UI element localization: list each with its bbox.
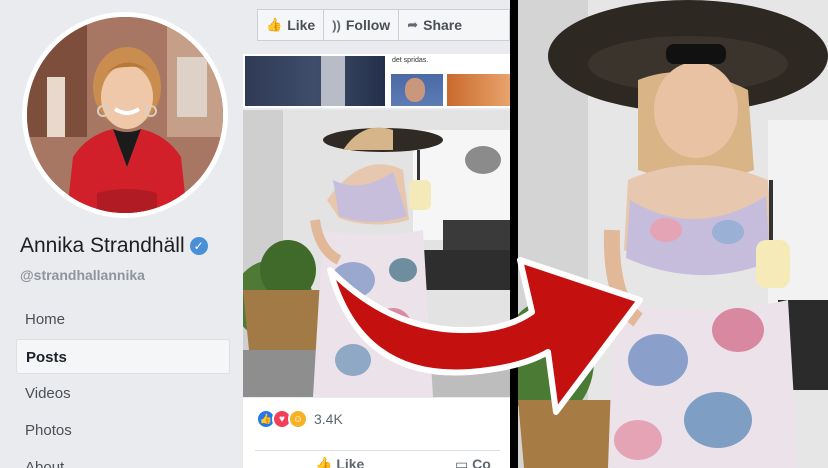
reaction-summary[interactable]: 👍 ♥ ☺ 3.4K xyxy=(256,409,343,429)
page-handle[interactable]: @strandhallannika xyxy=(20,267,145,283)
video-frame xyxy=(243,110,510,397)
follow-label: Follow xyxy=(345,17,391,33)
post-column: 👍 Like )) Follow ➦ Share det spridas. 👍 … xyxy=(243,0,510,468)
follow-button[interactable]: )) Follow xyxy=(324,10,400,40)
comment-icon: ▭ xyxy=(455,456,473,468)
like-page-label: Like xyxy=(287,17,316,33)
page-action-bar: 👍 Like )) Follow ➦ Share xyxy=(257,9,510,41)
thumbnail-image[interactable] xyxy=(447,74,510,106)
post-footer: 👍 ♥ ☺ 3.4K 👍 Like ▭ Co xyxy=(243,398,510,468)
avatar xyxy=(27,17,223,213)
like-page-button[interactable]: 👍 Like xyxy=(258,10,325,40)
verified-badge-icon: ✓ xyxy=(189,237,208,255)
care-icon: ☺ xyxy=(288,409,308,429)
page-sidebar: Annika Strandhäll ✓ @strandhallannika Ho… xyxy=(0,0,243,468)
nav-item-home[interactable]: Home xyxy=(16,302,230,337)
thumbnail-caption: det spridas. xyxy=(392,57,429,64)
page-name-text[interactable]: Annika Strandhäll xyxy=(20,234,185,258)
zoomed-image xyxy=(518,0,828,468)
nav-item-photos[interactable]: Photos xyxy=(16,413,230,448)
rss-icon: )) xyxy=(332,17,341,33)
post-comment-label: Co xyxy=(472,456,491,468)
post-video[interactable] xyxy=(243,110,510,397)
thumbnail-highlight xyxy=(321,56,345,106)
nav-item-posts[interactable]: Posts xyxy=(16,339,230,374)
nav-item-about[interactable]: About xyxy=(16,450,230,468)
page-title[interactable]: Annika Strandhäll ✓ xyxy=(20,234,208,258)
thumbs-up-icon: 👍 xyxy=(266,17,283,32)
share-button[interactable]: ➦ Share xyxy=(399,10,470,40)
thumbnail-face xyxy=(405,78,425,102)
thumbnail-image[interactable] xyxy=(245,56,385,106)
nav-item-videos[interactable]: Videos xyxy=(16,376,230,411)
zoomed-photo xyxy=(518,0,828,468)
related-thumbnails: det spridas. xyxy=(243,54,510,108)
post-like-button[interactable]: 👍 Like xyxy=(315,456,364,468)
page-nav: Home Posts Videos Photos About xyxy=(16,302,230,468)
post-like-label: Like xyxy=(336,456,365,468)
reaction-count[interactable]: 3.4K xyxy=(314,411,343,427)
thumbs-up-icon: 👍 xyxy=(315,456,337,468)
post-comment-button[interactable]: ▭ Co xyxy=(455,456,491,468)
share-label: Share xyxy=(423,17,463,33)
avatar-photo xyxy=(27,17,223,213)
footer-divider xyxy=(255,450,500,451)
profile-picture[interactable] xyxy=(22,12,228,218)
share-arrow-icon: ➦ xyxy=(407,17,419,32)
